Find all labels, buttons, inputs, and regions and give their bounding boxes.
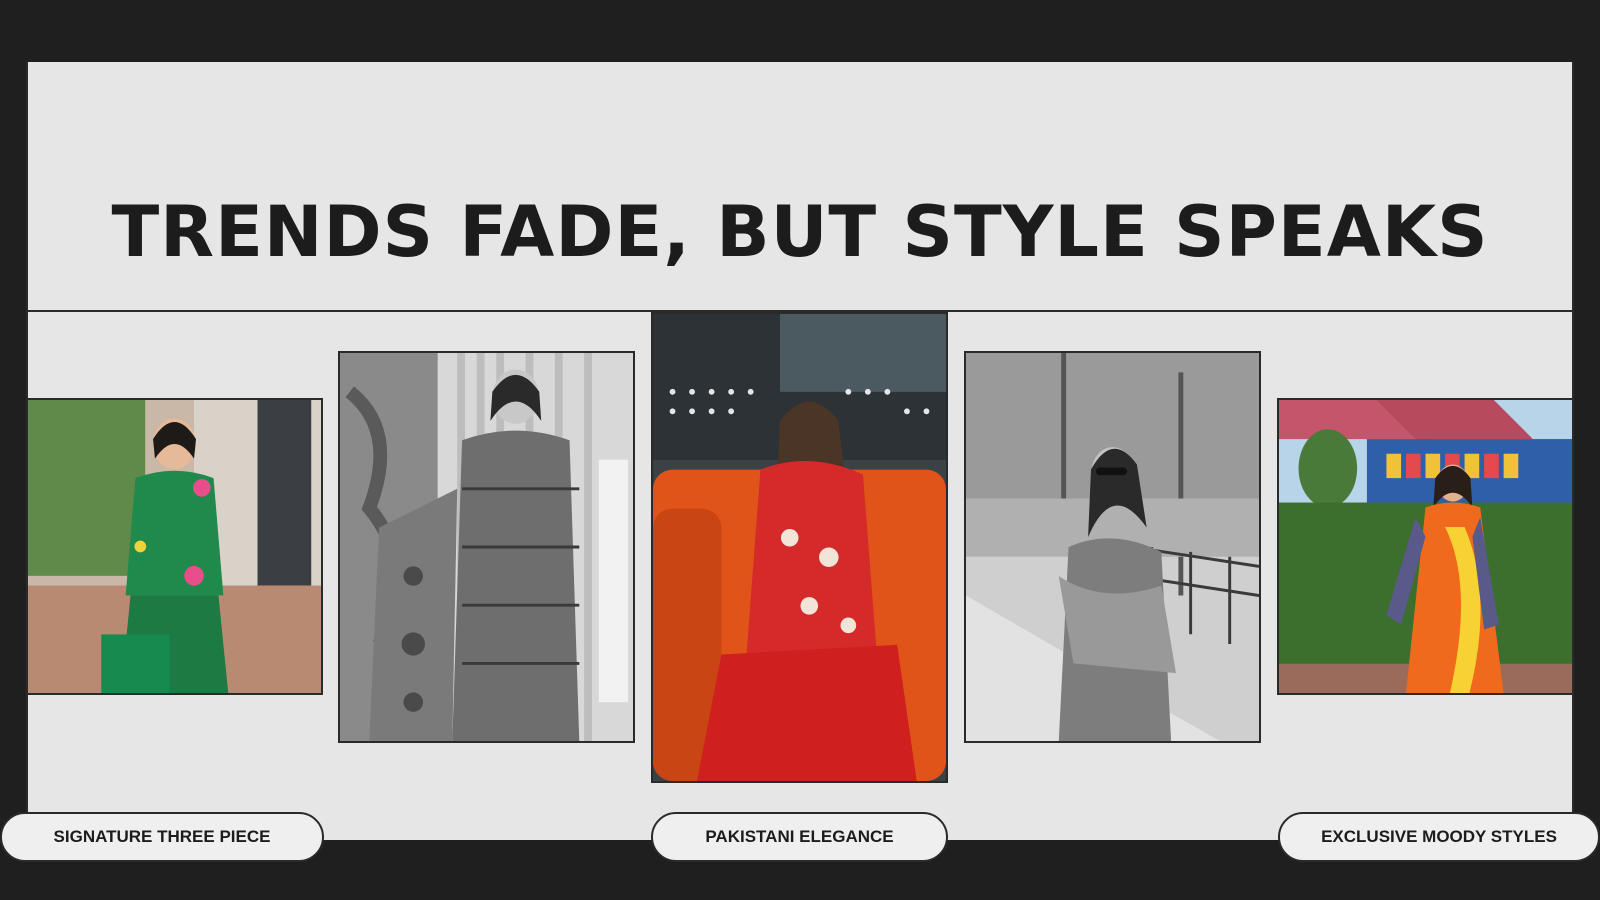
photo-red-outfit-orange-sofa (651, 312, 948, 783)
photo-orange-printed-dress (1277, 398, 1574, 695)
exclusive-moody-styles-button[interactable]: EXCLUSIVE MOODY STYLES (1278, 812, 1600, 862)
signature-three-piece-button[interactable]: SIGNATURE THREE PIECE (0, 812, 324, 862)
photo-green-three-piece (26, 398, 323, 695)
pakistani-elegance-button[interactable]: PAKISTANI ELEGANCE (651, 812, 948, 862)
page-title: TRENDS FADE, BUT STYLE SPEAKS (111, 190, 1489, 273)
exclusive-moody-styles-label: EXCLUSIVE MOODY STYLES (1321, 827, 1557, 846)
signature-three-piece-label: SIGNATURE THREE PIECE (53, 827, 271, 846)
pakistani-elegance-label: PAKISTANI ELEGANCE (705, 827, 894, 846)
photo-patterned-suit (338, 351, 635, 743)
photo-sunglasses-outdoor (964, 351, 1261, 743)
